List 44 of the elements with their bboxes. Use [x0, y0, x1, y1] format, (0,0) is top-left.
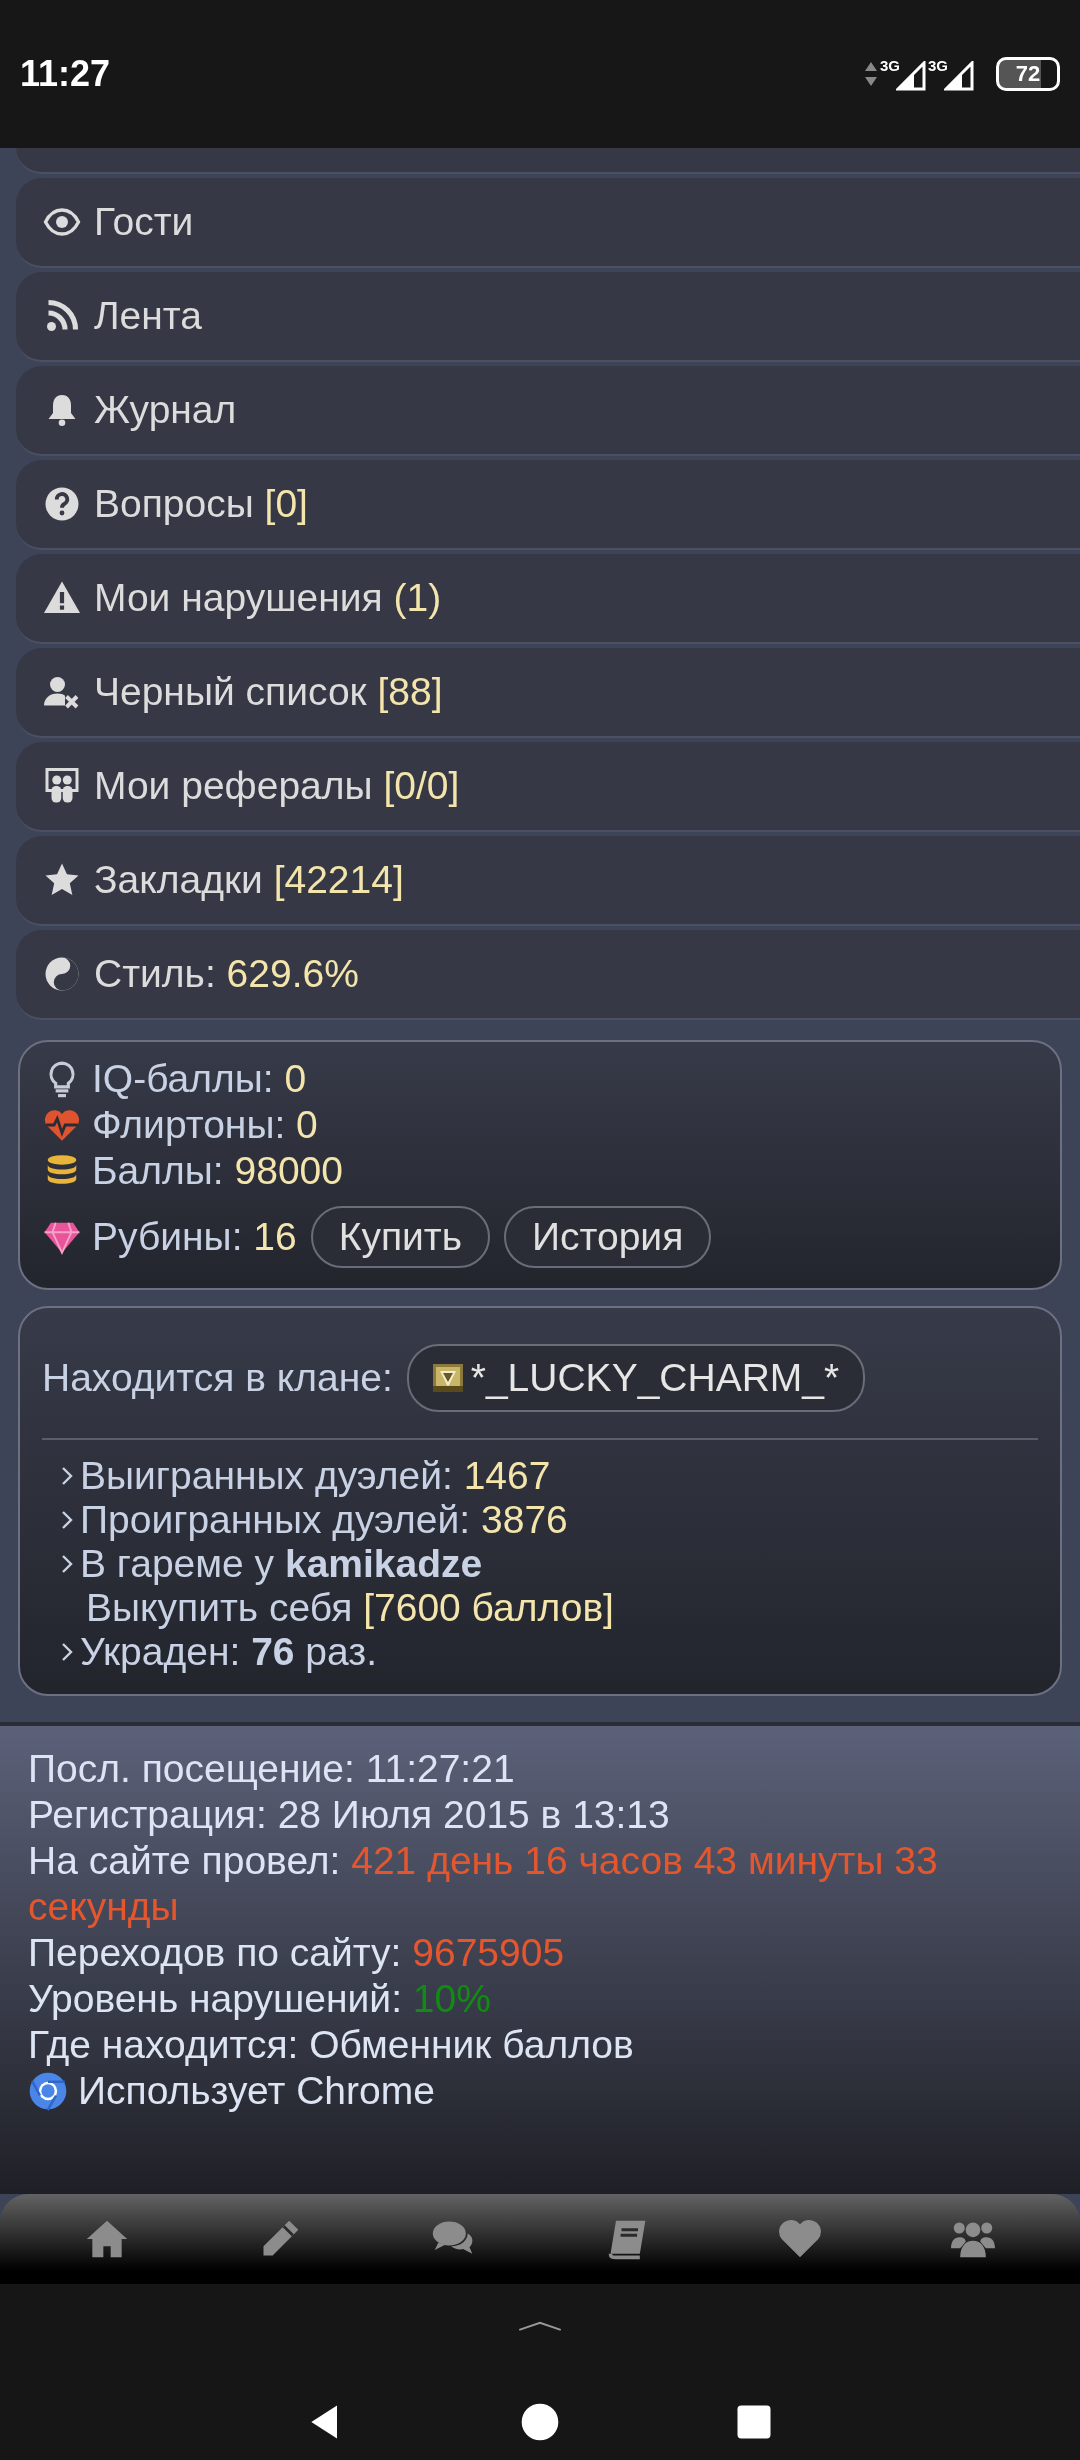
duel-stat: Выигранных дуэлей: 1467	[80, 1454, 551, 1498]
info-line: Переходов по сайту: 9675905	[28, 1930, 566, 1976]
clock: 11:27	[20, 53, 112, 95]
duel-stat: Проигранных дуэлей: 3876	[80, 1498, 568, 1542]
info-line: На сайте провел: 421 день 16 часов 43 минуты 33 секунды	[28, 1838, 939, 1930]
menu-label: Мои нарушения (1)	[94, 576, 442, 620]
balance-text: Флиртоны: 0	[92, 1102, 318, 1148]
menu-item[interactable]: Журнал	[16, 366, 1080, 456]
action-button[interactable]: Купить	[310, 1206, 491, 1268]
menu-item[interactable]: Лента	[16, 272, 1080, 362]
menu-item[interactable]: Вопросы [0]	[16, 460, 1080, 550]
action-button[interactable]: История	[504, 1206, 712, 1268]
network-type: 3G	[879, 57, 900, 74]
network-type: 3G	[928, 57, 948, 74]
menu-item[interactable]: Черный список [88]	[16, 648, 1080, 738]
info-line: Регистрация: 28 Июля 2015 в 13:13	[28, 1792, 671, 1838]
battery-level: 72	[996, 57, 1060, 91]
menu-item[interactable]: Гости	[16, 178, 1080, 268]
menu-item[interactable]: Мои нарушения (1)	[16, 554, 1080, 644]
duel-stat: В гареме у kamikadze	[80, 1542, 483, 1586]
info-line: Где находится: Обменник баллов	[28, 2022, 635, 2068]
duel-stat: Украден: 76 раз.	[80, 1630, 377, 1674]
balance-text: Рубины: 16	[92, 1214, 297, 1260]
clan-link[interactable]: *_LUCKY_CHARM_*	[406, 1344, 866, 1412]
menu-label: Вопросы [0]	[94, 482, 308, 526]
browser-icon	[28, 2071, 68, 2111]
menu-item[interactable]: Закладки [42214]	[16, 836, 1080, 926]
menu-label: Закладки [42214]	[94, 858, 404, 902]
menu-label: Журнал	[94, 388, 237, 432]
menu-label: Мои рефералы [0/0]	[94, 764, 460, 808]
info-line: Уровень нарушений: 10%	[28, 1976, 492, 2022]
menu-item[interactable]: Мои рефералы [0/0]	[16, 742, 1080, 832]
data-arrows-icon	[863, 60, 878, 88]
menu-label: Стиль: 629.6%	[94, 952, 359, 996]
ransom-text: Выкупить себя [7600 баллов]	[86, 1586, 614, 1629]
info-line: Использует Chrome	[78, 2068, 435, 2114]
menu-item[interactable]: Стиль: 629.6%	[16, 930, 1080, 1020]
info-line: Посл. посещение: 11:27:21	[28, 1746, 516, 1792]
menu-label: Черный список [88]	[94, 670, 443, 714]
clan-label: Находится в клане:	[42, 1356, 393, 1400]
menu-label: Лента	[94, 294, 202, 338]
balance-text: Баллы: 98000	[92, 1148, 343, 1194]
balance-text: IQ-баллы: 0	[92, 1056, 307, 1102]
menu-label: Гости	[94, 200, 194, 244]
